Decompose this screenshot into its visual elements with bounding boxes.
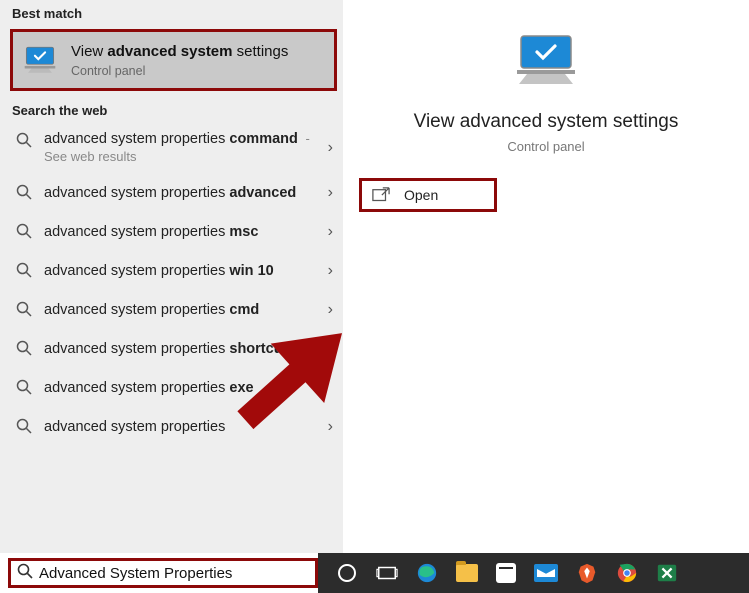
edge-icon[interactable] (416, 562, 438, 584)
taskbar-search[interactable] (8, 558, 318, 588)
web-result-item[interactable]: advanced system properties shortcut (0, 330, 343, 369)
chevron-right-icon: › (321, 262, 333, 280)
web-result-text: advanced system properties win 10 (44, 262, 321, 280)
right-column: View advanced system settings Control pa… (343, 0, 749, 553)
chevron-right-icon: › (321, 223, 333, 241)
open-button[interactable]: Open (359, 178, 497, 212)
best-match-subtitle: Control panel (71, 64, 288, 78)
result-subtitle: Control panel (507, 139, 584, 154)
mail-icon[interactable] (534, 564, 558, 582)
task-view-icon[interactable] (376, 562, 398, 584)
search-icon (16, 223, 34, 244)
title-bold: advanced system (107, 43, 232, 60)
web-result-text: advanced system properties cmd (44, 301, 321, 319)
taskbar-icons (318, 553, 749, 593)
chevron-right-icon: › (321, 139, 333, 157)
web-result-item[interactable]: advanced system properties exe (0, 369, 343, 408)
chevron-right-icon: › (321, 184, 333, 202)
cortana-icon[interactable] (336, 562, 358, 584)
title-post: settings (233, 43, 289, 60)
chevron-right-icon: › (321, 301, 333, 319)
best-match-item[interactable]: View advanced system settings Control pa… (10, 29, 337, 91)
web-result-item[interactable]: advanced system properties cmd› (0, 291, 343, 330)
open-icon (372, 187, 390, 203)
monitor-check-icon (23, 45, 57, 75)
microsoft-store-icon[interactable] (496, 563, 516, 583)
search-icon (16, 301, 34, 322)
taskbar (0, 553, 749, 593)
best-match-header: Best match (0, 0, 343, 25)
web-result-text: advanced system properties shortcut (44, 340, 321, 358)
search-icon (16, 379, 34, 400)
web-result-text: advanced system properties advanced (44, 184, 321, 202)
title-pre: View (71, 43, 107, 60)
excel-icon[interactable] (656, 562, 678, 584)
brave-icon[interactable] (576, 562, 598, 584)
search-icon (16, 132, 34, 153)
web-result-item[interactable]: advanced system properties win 10› (0, 252, 343, 291)
open-label: Open (404, 187, 438, 203)
web-result-text: advanced system properties exe (44, 379, 321, 397)
search-icon (16, 262, 34, 283)
left-column: Best match View advanced system settings… (0, 0, 343, 553)
search-icon (17, 563, 33, 584)
search-input[interactable] (39, 565, 309, 582)
search-web-header: Search the web (0, 97, 343, 122)
result-title: View advanced system settings (414, 111, 679, 133)
web-result-text: advanced system properties command - See… (44, 130, 321, 166)
chevron-right-icon: › (321, 418, 333, 436)
best-match-text: View advanced system settings Control pa… (71, 42, 288, 78)
web-results-list: advanced system properties command - See… (0, 122, 343, 457)
web-result-item[interactable]: advanced system properties advanced› (0, 174, 343, 213)
search-icon (16, 418, 34, 439)
web-result-item[interactable]: advanced system properties command - See… (0, 122, 343, 174)
start-search-panel: Best match View advanced system settings… (0, 0, 749, 553)
web-result-item[interactable]: advanced system properties msc› (0, 213, 343, 252)
monitor-check-icon (511, 32, 581, 93)
chrome-icon[interactable] (616, 562, 638, 584)
web-result-text: advanced system properties (44, 418, 321, 436)
file-explorer-icon[interactable] (456, 564, 478, 582)
search-icon (16, 340, 34, 361)
search-icon (16, 184, 34, 205)
web-result-text: advanced system properties msc (44, 223, 321, 241)
web-result-item[interactable]: advanced system properties› (0, 408, 343, 447)
best-match-title: View advanced system settings (71, 42, 288, 62)
